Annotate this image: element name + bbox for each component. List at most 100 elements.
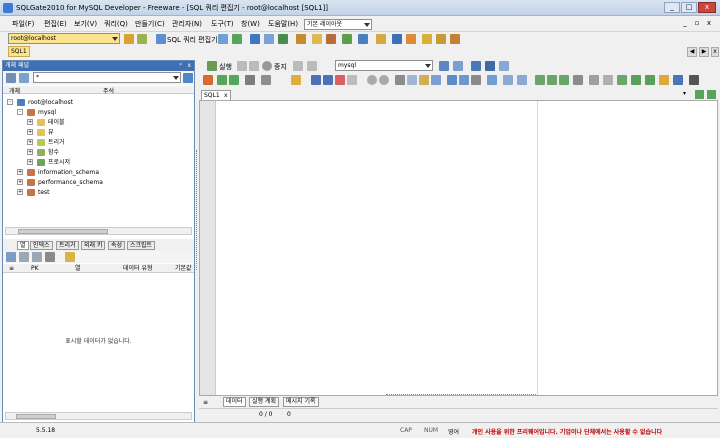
run-button[interactable]: 실행 xyxy=(219,62,232,72)
search-icon[interactable] xyxy=(447,75,457,85)
paste-icon[interactable] xyxy=(419,75,429,85)
chevron-left-icon[interactable]: ◀ xyxy=(687,47,697,57)
indent-icon[interactable] xyxy=(503,75,513,85)
uppercase-icon[interactable] xyxy=(535,75,545,85)
expand-icon[interactable]: + xyxy=(27,129,33,135)
sql-format-icon[interactable] xyxy=(431,75,441,85)
layout-split-icon[interactable] xyxy=(485,61,495,71)
schema-icon[interactable] xyxy=(232,34,242,44)
format-icon[interactable] xyxy=(261,75,271,85)
key2-icon[interactable] xyxy=(436,34,446,44)
collapse-icon[interactable]: - xyxy=(7,99,13,105)
chevron-right-icon[interactable]: ▶ xyxy=(699,47,709,57)
options-icon[interactable] xyxy=(673,75,683,85)
filter-icon[interactable] xyxy=(19,73,29,83)
tab-data[interactable]: 데이터 xyxy=(223,397,246,407)
disconnect-icon[interactable] xyxy=(137,34,147,44)
collapse-icon[interactable]: - xyxy=(17,109,23,115)
run-step-icon[interactable] xyxy=(237,61,247,71)
expand-icon[interactable]: + xyxy=(27,139,33,145)
undo-icon[interactable] xyxy=(367,75,377,85)
close-icon[interactable]: x xyxy=(224,91,228,100)
minimize-button[interactable]: _ xyxy=(664,2,680,13)
object-filter-input[interactable]: * xyxy=(33,72,181,83)
query-editor-icon[interactable] xyxy=(156,34,166,44)
stop-button[interactable]: 중지 xyxy=(274,62,287,72)
lowercase-icon[interactable] xyxy=(547,75,557,85)
tab-size-icon[interactable] xyxy=(589,75,599,85)
scrollbar-thumb[interactable] xyxy=(16,414,56,419)
tab-message-history[interactable]: 메시지 기록 xyxy=(283,397,319,407)
outdent-icon[interactable] xyxy=(517,75,527,85)
pane-splitter[interactable] xyxy=(196,150,198,270)
print-icon[interactable] xyxy=(347,75,357,85)
close-icon[interactable]: x xyxy=(711,47,719,57)
info-icon[interactable] xyxy=(450,34,460,44)
close-icon[interactable]: x xyxy=(187,61,191,71)
open-folder-icon[interactable] xyxy=(291,75,301,85)
key-icon[interactable] xyxy=(422,34,432,44)
chevron-right-icon[interactable] xyxy=(707,90,716,99)
scrollbar-thumb[interactable] xyxy=(18,229,108,234)
tab-properties[interactable]: 속성 xyxy=(108,241,126,250)
save-icon[interactable] xyxy=(65,252,75,262)
expand-icon[interactable]: + xyxy=(17,189,23,195)
menu-create[interactable]: 만들기(C) xyxy=(135,19,165,29)
menu-file[interactable]: 파일(F) xyxy=(12,19,34,29)
close-button[interactable]: x xyxy=(698,2,716,13)
forward-icon[interactable] xyxy=(229,75,239,85)
folder-icon[interactable] xyxy=(312,34,322,44)
menu-query[interactable]: 쿼리(Q) xyxy=(104,19,128,29)
expand-icon[interactable]: + xyxy=(17,169,23,175)
stop-icon[interactable] xyxy=(262,61,272,71)
highlight-icon[interactable] xyxy=(659,75,669,85)
case-icon[interactable] xyxy=(559,75,569,85)
doc-tab-sql1[interactable]: SQL1 xyxy=(8,46,30,57)
plan-icon[interactable] xyxy=(453,61,463,71)
expand-icon[interactable]: + xyxy=(27,119,33,125)
editor-tab-sql1[interactable]: SQL1 x xyxy=(201,90,231,100)
new-file-icon[interactable] xyxy=(203,75,213,85)
menu-tools[interactable]: 도구(T) xyxy=(211,19,234,29)
expand-icon[interactable]: + xyxy=(27,149,33,155)
bookmark-next-icon[interactable] xyxy=(631,75,641,85)
mdi-minimize-button[interactable]: _ xyxy=(680,19,690,29)
query-editor-label[interactable]: SQL 쿼리 편집기 xyxy=(167,35,218,45)
back-icon[interactable] xyxy=(217,75,227,85)
layout-grid-icon[interactable] xyxy=(471,61,481,71)
mdi-close-button[interactable]: x xyxy=(704,19,714,29)
globe-icon[interactable] xyxy=(392,34,402,44)
comment-icon[interactable] xyxy=(487,75,497,85)
mdi-restore-button[interactable]: ▫ xyxy=(692,19,702,29)
pin-icon[interactable]: ᵖ xyxy=(179,61,182,71)
add-icon[interactable] xyxy=(19,252,29,262)
layout-text-icon[interactable] xyxy=(499,61,509,71)
history-icon[interactable] xyxy=(245,75,255,85)
export-icon[interactable] xyxy=(296,34,306,44)
redo-icon[interactable] xyxy=(379,75,389,85)
menu-window[interactable]: 창(W) xyxy=(241,19,260,29)
compare-icon[interactable] xyxy=(342,34,352,44)
menu-admin[interactable]: 관리자(N) xyxy=(172,19,202,29)
tree-horizontal-scrollbar[interactable] xyxy=(5,227,192,235)
tab-foreign-keys[interactable]: 외래 키 xyxy=(81,241,106,250)
run-icon[interactable] xyxy=(207,61,217,71)
menu-view[interactable]: 보기(V) xyxy=(74,19,97,29)
table-icon[interactable] xyxy=(250,34,260,44)
save-icon[interactable] xyxy=(311,75,321,85)
run-line-icon[interactable] xyxy=(249,61,259,71)
help-icon[interactable] xyxy=(689,75,699,85)
layout-combo[interactable]: 기본 레이아웃 xyxy=(304,19,372,30)
monitor-icon[interactable] xyxy=(358,34,368,44)
tab-execution-plan[interactable]: 실행 계획 xyxy=(249,397,279,407)
settings-icon[interactable] xyxy=(376,34,386,44)
grid-horizontal-scrollbar[interactable] xyxy=(5,412,192,420)
menu-help[interactable]: 도움말(H) xyxy=(268,19,298,29)
menu-edit[interactable]: 편집(E) xyxy=(44,19,67,29)
replace-icon[interactable] xyxy=(459,75,469,85)
grid-icon[interactable] xyxy=(264,34,274,44)
tool-icon[interactable] xyxy=(406,34,416,44)
expand-icon[interactable]: + xyxy=(17,179,23,185)
save-as-icon[interactable] xyxy=(323,75,333,85)
rollback-icon[interactable] xyxy=(307,61,317,71)
